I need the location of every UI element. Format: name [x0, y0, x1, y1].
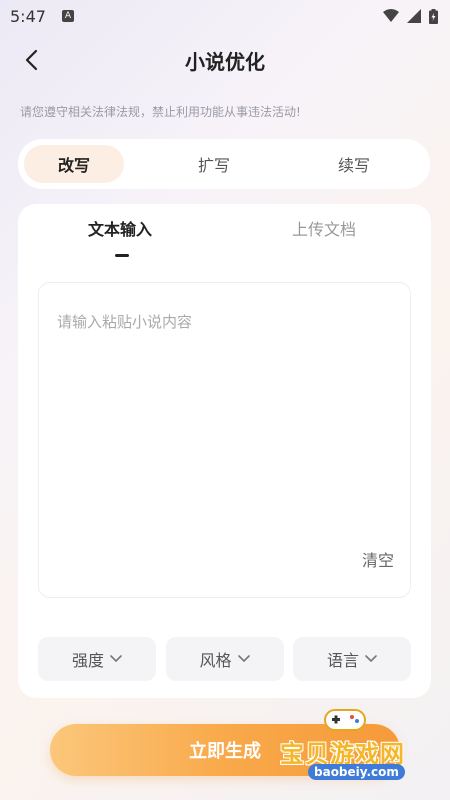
tab-continue[interactable]: 续写 [284, 145, 424, 183]
tab-expand[interactable]: 扩写 [144, 145, 284, 183]
chevron-down-icon [365, 655, 377, 663]
status-time: 5:47 [10, 6, 46, 26]
site-watermark: 宝贝游戏网 baobeiy.com [278, 704, 428, 794]
battery-icon [429, 8, 438, 24]
style-dropdown[interactable]: 风格 [165, 637, 284, 681]
gamepad-icon [324, 709, 366, 731]
input-tabs: 文本输入 上传文档 [18, 216, 431, 260]
clear-button[interactable]: 清空 [362, 547, 394, 571]
language-label: 语言 [326, 651, 359, 670]
language-dropdown[interactable]: 语言 [293, 637, 411, 681]
text-area-container: 清空 [38, 282, 411, 598]
input-card: 文本输入 上传文档 清空 强度 风格 语言 [18, 204, 431, 698]
watermark-url: baobeiy.com [308, 764, 405, 780]
tab-upload-document[interactable]: 上传文档 [292, 216, 356, 240]
intensity-dropdown[interactable]: 强度 [38, 637, 156, 681]
wifi-icon [383, 9, 399, 22]
status-bar: 5:47 A [0, 0, 450, 32]
chevron-down-icon [237, 655, 250, 663]
notification-badge-icon: A [61, 10, 74, 22]
chevron-left-icon [25, 49, 38, 71]
tab-indicator [115, 254, 129, 257]
legal-notice: 请您遵守相关法律法规，禁止利用功能从事违法活动! [20, 105, 301, 119]
novel-content-input[interactable] [55, 309, 399, 543]
chevron-down-icon [110, 655, 122, 663]
header: 小说优化 [0, 40, 450, 80]
cellular-signal-icon [407, 9, 421, 23]
page-title: 小说优化 [185, 49, 265, 74]
style-label: 风格 [199, 651, 232, 670]
tab-rewrite[interactable]: 改写 [24, 145, 124, 183]
tab-text-input[interactable]: 文本输入 [88, 216, 152, 240]
intensity-label: 强度 [71, 651, 104, 670]
mode-tabs: 改写 扩写 续写 [18, 139, 430, 189]
options-row: 强度 风格 语言 [38, 637, 411, 681]
back-button[interactable] [18, 46, 46, 74]
